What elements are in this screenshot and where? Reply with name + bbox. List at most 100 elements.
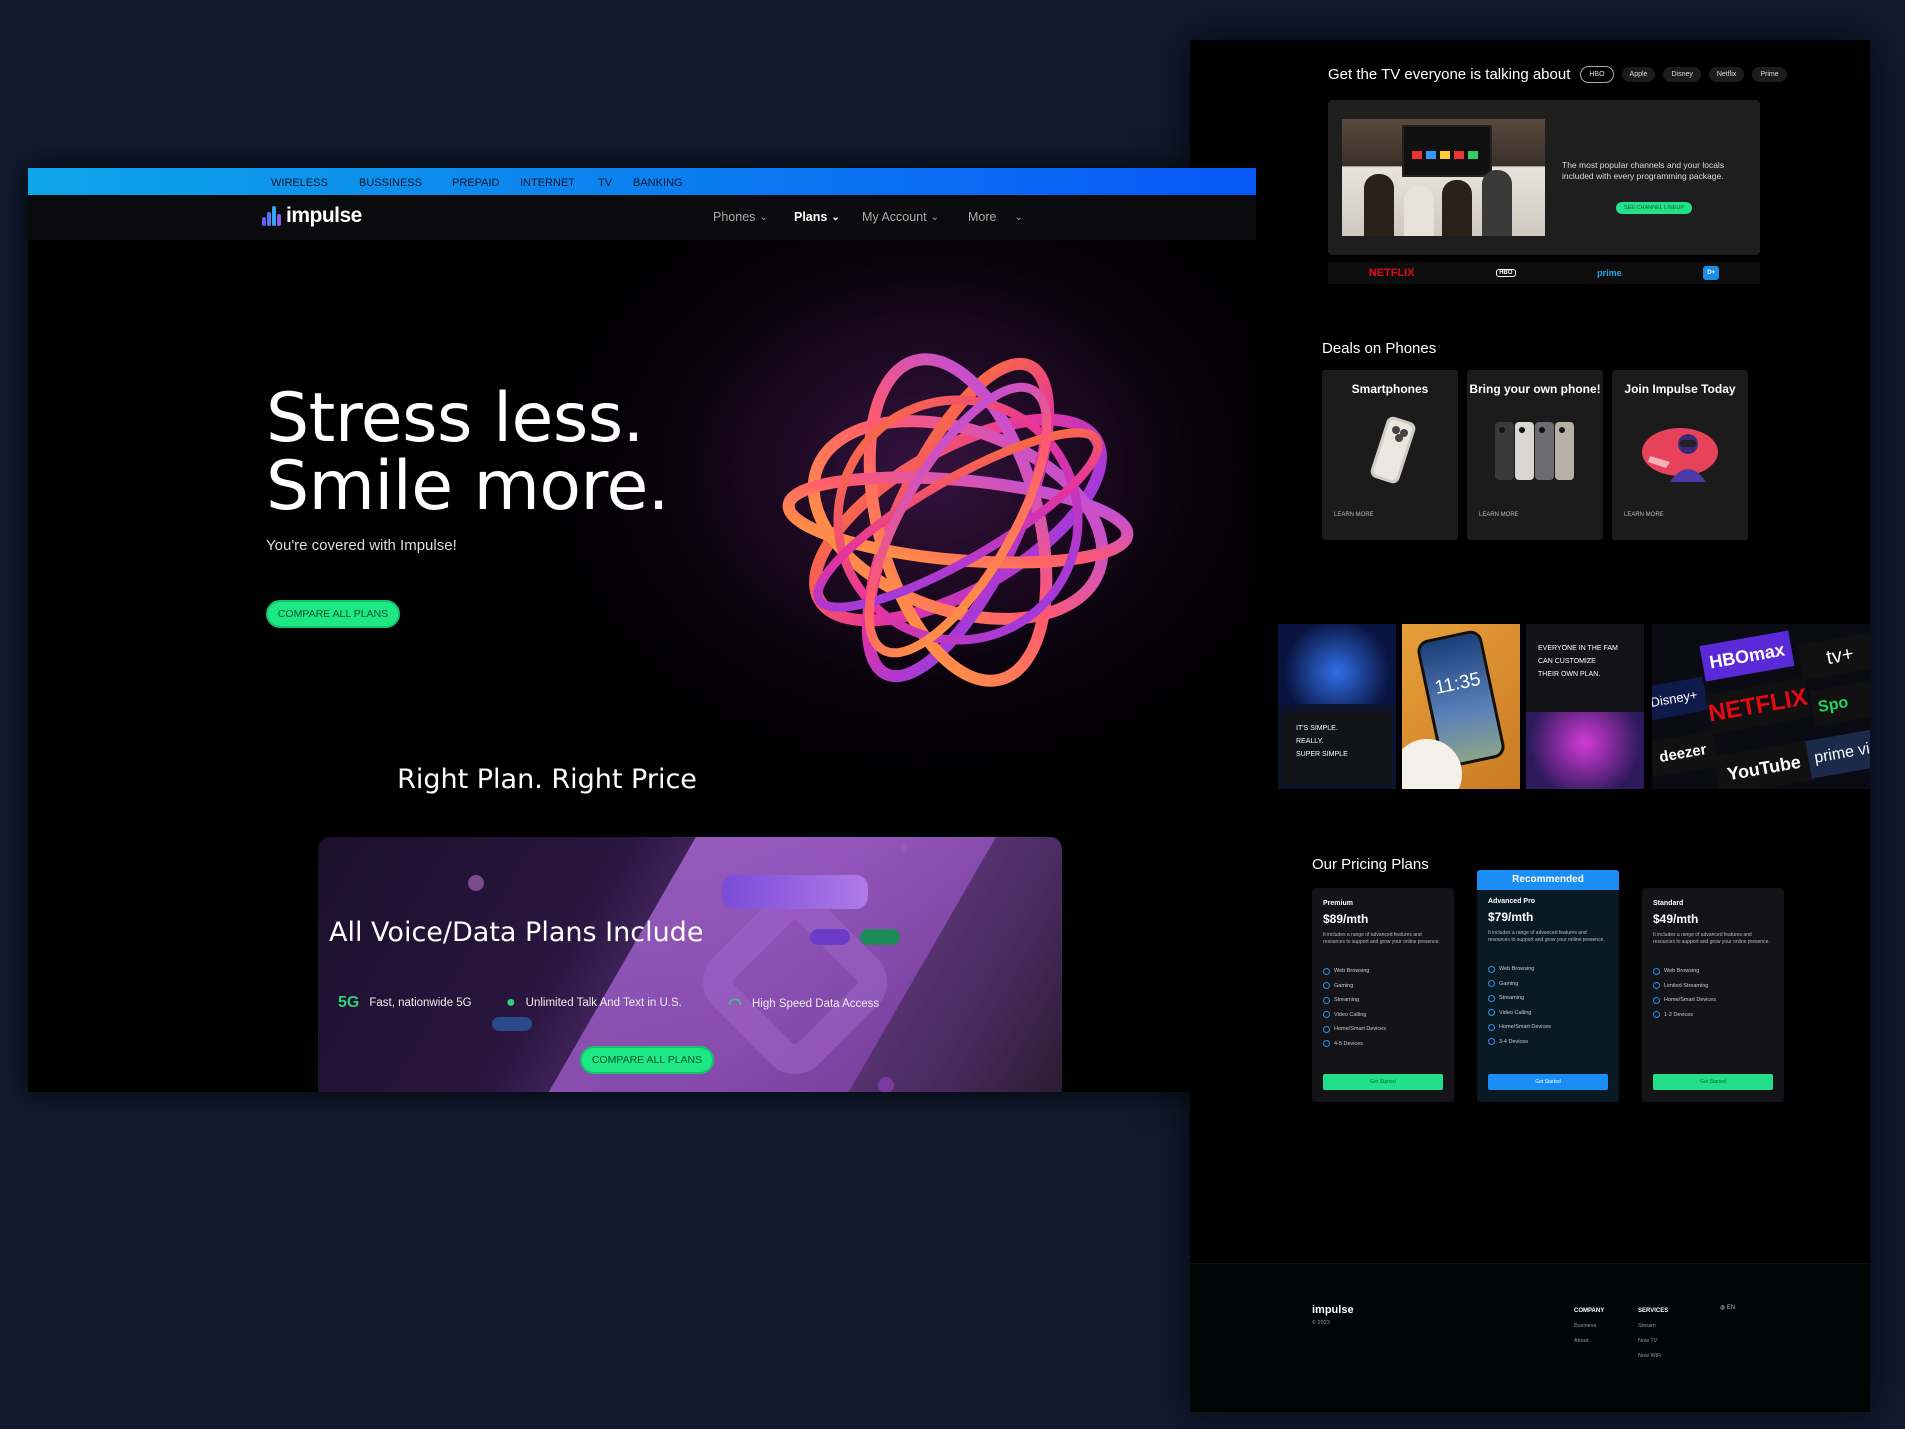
brand-tile: HBOmax (1699, 630, 1795, 682)
impulse-logo[interactable]: impulse (262, 204, 362, 228)
plan-feature: Home/Smart Devices (1488, 1020, 1551, 1035)
get-started-button[interactable]: Get Started (1653, 1074, 1773, 1090)
plan-card-standard: Standard $49/mth It includes a range of … (1642, 888, 1784, 1102)
feature-label: High Speed Data Access (751, 998, 880, 1010)
plan-description: It includes a range of advanced features… (1653, 932, 1770, 945)
chip-disney[interactable]: Disney (1663, 67, 1701, 82)
learn-more-link[interactable]: LEARN MORE (1624, 512, 1664, 518)
get-started-button[interactable]: Get Started (1323, 1074, 1443, 1090)
plan-description: It includes a range of advanced features… (1488, 930, 1605, 943)
check-icon (1323, 1011, 1330, 1019)
main-navbar: impulse Phones ⌄ Plans ⌄ My Account ⌄ More ⌄ (28, 195, 1256, 240)
check-icon (1488, 1023, 1495, 1031)
promo-line: IT'S SIMPLE. (1296, 725, 1338, 732)
check-icon (1323, 1040, 1330, 1048)
brand-tile: Spo (1809, 681, 1870, 727)
prime-logo: prime (1597, 268, 1622, 278)
family-tv-photo (1342, 119, 1545, 236)
chevron-down-icon: ⌄ (831, 211, 840, 223)
hero-section: Stress less. Smile more. You're covered … (28, 240, 1256, 1092)
brand-name: impulse (286, 204, 362, 227)
impulse-logo-icon (262, 206, 284, 226)
check-icon (1653, 1011, 1660, 1019)
deal-card-smartphones[interactable]: Smartphones LEARN MORE (1322, 370, 1458, 540)
topbar-link-business[interactable]: BUSSINESS (359, 177, 422, 189)
phone-time: 11:35 (1433, 668, 1483, 699)
get-started-button[interactable]: Get Started (1488, 1074, 1608, 1090)
see-channel-lineup-button[interactable]: SEE CHANNEL LINEUP (1616, 202, 1693, 214)
footer-link[interactable]: Now WiFi (1638, 1353, 1662, 1359)
language-selector[interactable]: ◍ EN (1720, 1304, 1735, 1311)
learn-more-link[interactable]: LEARN MORE (1479, 512, 1519, 518)
right-plan-title: Right Plan. Right Price (397, 764, 697, 795)
deal-card-byop[interactable]: Bring your own phone! LEARN MORE (1467, 370, 1603, 540)
tv-title: Get the TV everyone is talking about (1328, 66, 1571, 83)
feature-data: ◠ High Speed Data Access (728, 994, 879, 1014)
plan-tier: Premium (1323, 900, 1353, 907)
compare-all-plans-button[interactable]: COMPARE ALL PLANS (580, 1046, 714, 1074)
hero-headline: Stress less. Smile more. (266, 385, 669, 521)
topbar-link-prepaid[interactable]: PREPAID (452, 177, 499, 189)
hero-subtitle: You're covered with Impulse! (266, 537, 457, 554)
footer-column-title: SERVICES (1638, 1308, 1669, 1314)
nav-phones[interactable]: Phones ⌄ (713, 210, 768, 224)
phones-lineup-image (1495, 422, 1574, 480)
top-category-bar: WIRELESS BUSSINESS PREPAID INTERNET TV B… (28, 168, 1256, 195)
topbar-link-banking[interactable]: BANKING (633, 177, 683, 189)
ribbon-sphere-graphic (782, 353, 1134, 687)
deal-card-title: Join Impulse Today (1624, 382, 1736, 396)
plan-tier: Standard (1653, 900, 1684, 907)
promo-tile-phone: 11:35 (1402, 624, 1520, 789)
chip-prime[interactable]: Prime (1752, 67, 1787, 82)
chip-netflix[interactable]: Netflix (1708, 67, 1745, 82)
deal-card-join[interactable]: Join Impulse Today LEARN MORE (1612, 370, 1748, 540)
footer-logo[interactable]: impulse (1312, 1304, 1354, 1316)
iphone-image (1370, 416, 1416, 484)
netflix-logo: NETFLIX (1368, 267, 1415, 279)
promo-line: REALLY. (1296, 738, 1324, 745)
footer-link[interactable]: Now TV (1638, 1338, 1657, 1344)
plan-card-premium: Premium $89/mth It includes a range of a… (1312, 888, 1454, 1102)
tv-card: The most popular channels and your local… (1328, 100, 1760, 255)
plan-tier: Advanced Pro (1488, 898, 1536, 905)
topbar-link-wireless[interactable]: WIRELESS (271, 177, 328, 189)
chip-hbo[interactable]: HBO (1580, 66, 1614, 83)
nav-my-account[interactable]: My Account ⌄ (862, 210, 939, 224)
feature-5g: 5G Fast, nationwide 5G (338, 994, 472, 1012)
feature-label: Fast, nationwide 5G (369, 997, 472, 1009)
plans-include-card: All Voice/Data Plans Include 5G Fast, na… (318, 837, 1062, 1092)
check-icon (1488, 1038, 1495, 1046)
check-icon (1488, 1009, 1495, 1017)
brand-tile: NETFLIX (1705, 677, 1811, 735)
check-icon (1323, 1025, 1330, 1033)
deal-card-title: Smartphones (1351, 382, 1429, 396)
footer-link[interactable]: Stream (1638, 1323, 1656, 1329)
nav-plans[interactable]: Plans ⌄ (794, 210, 840, 224)
plan-features: Web Browsing Gaming Streaming Video Call… (1488, 962, 1551, 1049)
promo-tile-simple: IT'S SIMPLE. REALLY. SUPER SIMPLE (1278, 624, 1396, 789)
plan-features: Web Browsing Gaming Streaming Video Call… (1323, 964, 1386, 1051)
learn-more-link[interactable]: LEARN MORE (1334, 512, 1374, 518)
plan-feature: Streaming (1488, 991, 1551, 1006)
brand-tile: tv+ (1797, 631, 1870, 681)
footer-link[interactable]: Business (1574, 1323, 1596, 1329)
check-icon (1488, 980, 1495, 988)
hero-headline-line2: Smile more. (266, 447, 669, 526)
footer-column-title: COMPANY (1574, 1308, 1605, 1314)
copyright: © 2023 (1312, 1320, 1330, 1326)
footer-link[interactable]: About (1574, 1338, 1588, 1344)
check-icon (1653, 982, 1660, 990)
feature-talk-text: ● Unlimited Talk And Text in U.S. (506, 994, 682, 1012)
brand-tile: prime vid (1805, 727, 1870, 779)
plan-feature: Web Browsing (1323, 964, 1386, 979)
promo-tile-fam: EVERYONE IN THE FAM CAN CUSTOMIZE THEIR … (1526, 624, 1644, 789)
compare-all-plans-button[interactable]: COMPARE ALL PLANS (266, 600, 400, 628)
plan-feature: Video Calling (1323, 1008, 1386, 1023)
promo-mosaic: IT'S SIMPLE. REALLY. SUPER SIMPLE 11:35 … (1190, 624, 1870, 789)
topbar-link-internet[interactable]: INTERNET (520, 177, 575, 189)
plan-feature: Web Browsing (1488, 962, 1551, 977)
topbar-link-tv[interactable]: TV (598, 177, 612, 189)
nav-more[interactable]: More ⌄ (968, 210, 1023, 224)
promo-line: THEIR OWN PLAN. (1538, 671, 1601, 678)
chip-apple[interactable]: Apple (1621, 67, 1656, 82)
